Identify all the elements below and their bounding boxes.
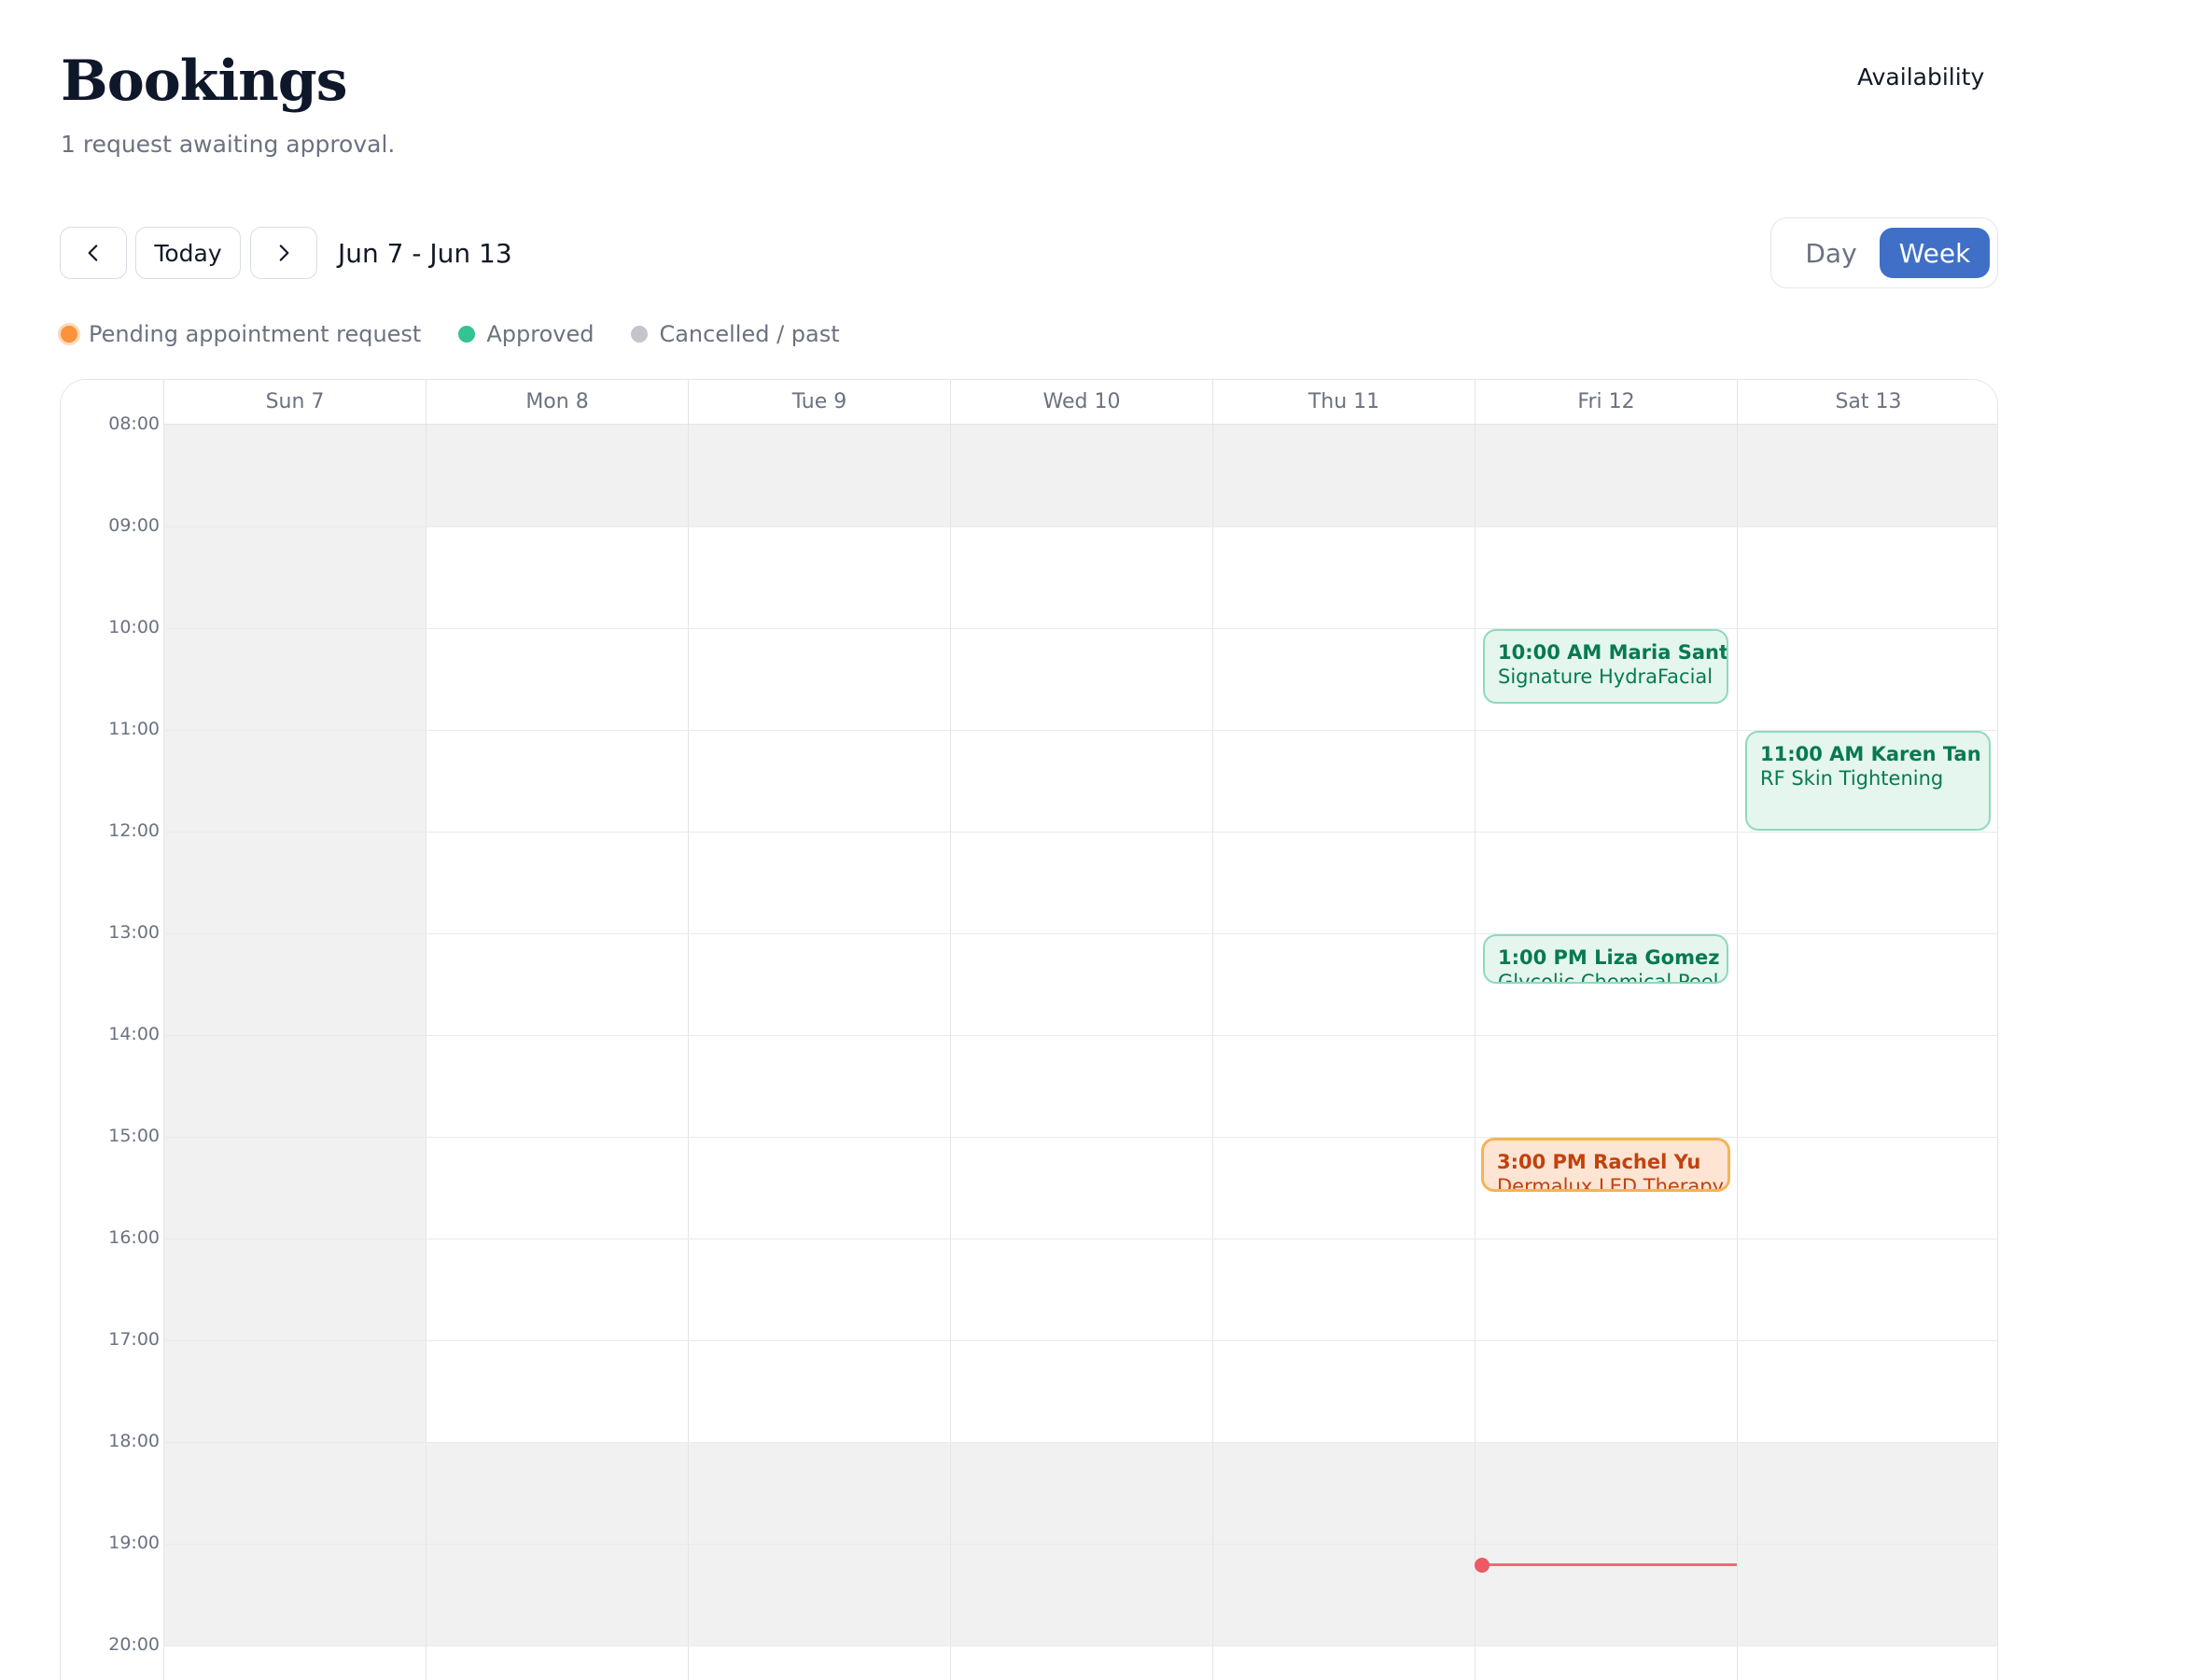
current-time-line xyxy=(1482,1562,1737,1566)
legend-label: Pending appointment request xyxy=(89,321,422,347)
appointment-card[interactable]: 1:00 PM Liza Gomez Glycolic Chemical Peel xyxy=(1483,934,1728,984)
page-subtitle: 1 request awaiting approval. xyxy=(61,131,396,158)
legend-item-cancelled: Cancelled / past xyxy=(631,321,840,347)
bookings-page: Bookings 1 request awaiting approval. Av… xyxy=(0,0,2210,1680)
week-view-button[interactable]: Week xyxy=(1880,228,1990,278)
appointment-card[interactable]: 11:00 AM Karen Tan RF Skin Tightening xyxy=(1745,731,1991,831)
closed-hours-shade xyxy=(1213,425,1475,526)
week-calendar: Sun 7 Mon 8 Tue 9 Wed 10 Thu 11 Fri 12 Sat 13 0… xyxy=(60,379,1998,1680)
appointment-title: 3:00 PM Rachel Yu xyxy=(1497,1151,1701,1173)
hour-label: 18:00 xyxy=(108,1431,160,1451)
status-legend: Pending appointment request Approved Can… xyxy=(58,320,877,348)
appointment-card[interactable]: 3:00 PM Rachel Yu Dermalux LED Therapy xyxy=(1481,1138,1730,1192)
hour-label: 16:00 xyxy=(108,1227,160,1248)
legend-item-pending: Pending appointment request xyxy=(58,321,421,347)
hour-label: 10:00 xyxy=(108,617,160,637)
pending-dot-icon xyxy=(61,326,77,343)
day-column[interactable]: Tue 9 xyxy=(688,380,950,1680)
day-view-button[interactable]: Day xyxy=(1786,228,1876,278)
appointment-title: 1:00 PM Liza Gomez xyxy=(1498,946,1720,969)
hour-label: 15:00 xyxy=(108,1126,160,1146)
today-button[interactable]: Today xyxy=(135,227,241,279)
day-header: Thu 11 xyxy=(1213,380,1475,425)
closed-hours-shade xyxy=(689,425,950,526)
day-column[interactable]: Sun 7 xyxy=(163,380,426,1680)
day-column[interactable]: Wed 10 xyxy=(950,380,1212,1680)
day-header: Mon 8 xyxy=(427,380,688,425)
closed-hours-shade xyxy=(1213,1442,1475,1645)
date-range-label: Jun 7 - Jun 13 xyxy=(338,238,512,269)
hour-label: 20:00 xyxy=(108,1634,160,1655)
hour-label: 11:00 xyxy=(108,719,160,739)
chevron-left-icon xyxy=(88,245,98,261)
closed-hours-shade xyxy=(427,1442,688,1645)
page-title: Bookings xyxy=(61,49,347,114)
hour-label: 09:00 xyxy=(108,515,160,536)
appointment-service: Signature HydraFacial xyxy=(1498,665,1713,688)
availability-link[interactable]: Availability xyxy=(1857,63,1984,91)
appointment-service: Dermalux LED Therapy xyxy=(1497,1175,1725,1192)
appointment-card[interactable]: 10:00 AM Maria Santos Signature HydraFaci… xyxy=(1483,629,1728,704)
day-column[interactable]: Mon 8 xyxy=(426,380,688,1680)
day-column[interactable]: Fri 12 xyxy=(1475,380,1737,1680)
legend-label: Approved xyxy=(486,321,594,347)
appointment-title: 10:00 AM Maria Santos xyxy=(1498,641,1728,664)
day-header: Wed 10 xyxy=(951,380,1212,425)
closed-hours-shade xyxy=(1476,1442,1737,1645)
day-header: Tue 9 xyxy=(689,380,950,425)
hour-label: 12:00 xyxy=(108,820,160,841)
cancelled-dot-icon xyxy=(631,326,649,343)
closed-hours-shade xyxy=(1738,425,1997,526)
hour-label: 17:00 xyxy=(108,1329,160,1350)
closed-hours-shade xyxy=(951,425,1212,526)
hour-label: 08:00 xyxy=(108,413,160,434)
closed-hours-shade xyxy=(164,425,426,1645)
approved-dot-icon xyxy=(458,326,476,343)
closed-hours-shade xyxy=(951,1442,1212,1645)
hour-label: 19:00 xyxy=(108,1533,160,1553)
chevron-right-icon xyxy=(279,245,289,261)
hour-label: 14:00 xyxy=(108,1024,160,1044)
next-week-button[interactable] xyxy=(250,227,317,279)
hour-label: 13:00 xyxy=(108,922,160,943)
appointment-service: Glycolic Chemical Peel xyxy=(1498,971,1719,984)
current-time-dot-icon xyxy=(1475,1557,1490,1573)
closed-hours-shade xyxy=(427,425,688,526)
closed-hours-shade xyxy=(1738,1442,1997,1645)
day-header: Sat 13 xyxy=(1738,380,1997,425)
day-column[interactable]: Sat 13 xyxy=(1737,380,1997,1680)
legend-item-approved: Approved xyxy=(458,321,594,347)
view-toggle: Day Week xyxy=(1770,217,1998,288)
day-header: Sun 7 xyxy=(164,380,426,425)
appointment-title: 11:00 AM Karen Tan xyxy=(1760,743,1981,765)
legend-label: Cancelled / past xyxy=(659,321,840,347)
appointment-service: RF Skin Tightening xyxy=(1760,767,1944,790)
day-header: Fri 12 xyxy=(1476,380,1737,425)
previous-week-button[interactable] xyxy=(60,227,127,279)
day-column[interactable]: Thu 11 xyxy=(1212,380,1475,1680)
closed-hours-shade xyxy=(1476,425,1737,526)
closed-hours-shade xyxy=(689,1442,950,1645)
